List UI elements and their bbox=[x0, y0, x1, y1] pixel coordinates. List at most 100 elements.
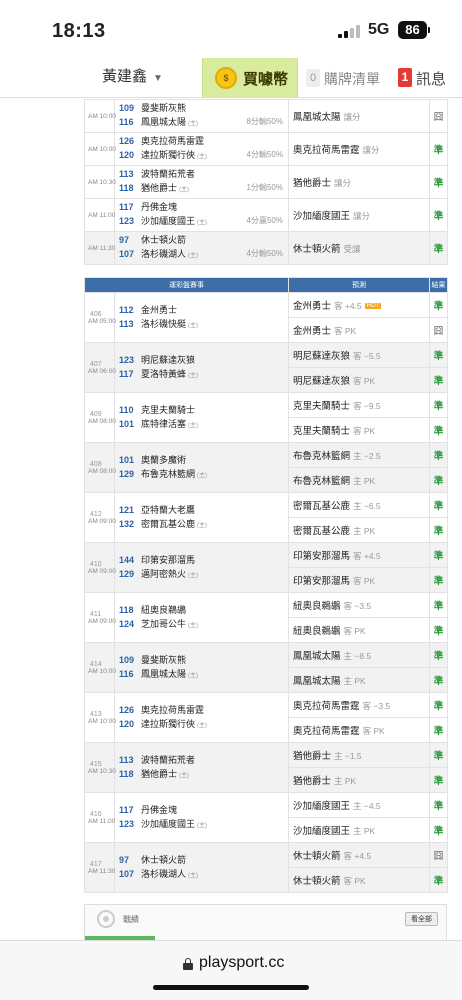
teams-cell: 126 奧克拉荷馬雷霆 120 達拉斯獨行俠 (主) bbox=[114, 692, 289, 743]
away-team-line: 109 曼斐斯灰熊 bbox=[119, 101, 288, 115]
game-time: AM 09:00 bbox=[88, 517, 116, 525]
prediction-cell: 沙加緬度國王主 −4.5 bbox=[288, 792, 430, 818]
home-marker: (主) bbox=[197, 722, 208, 729]
home-indicator[interactable] bbox=[153, 985, 309, 990]
away-number: 101 bbox=[119, 454, 135, 465]
prediction-team: 密爾瓦基公鹿 bbox=[293, 501, 351, 512]
home-marker: (主) bbox=[197, 822, 208, 829]
away-team-line: 97 休士頓火箭 bbox=[119, 233, 288, 247]
prediction-spread: 客 PK bbox=[343, 626, 366, 636]
home-marker: (主) bbox=[188, 322, 199, 329]
away-team: 奧克拉荷馬雷霆 bbox=[141, 136, 205, 146]
purchase-count-badge: 0 bbox=[306, 69, 320, 87]
home-number: 107 bbox=[119, 868, 135, 879]
away-number: 121 bbox=[119, 504, 135, 515]
messages-button[interactable]: 1 訊息 bbox=[390, 58, 462, 98]
caret-down-icon: ▼ bbox=[153, 73, 163, 84]
away-team: 波特蘭拓荒者 bbox=[141, 169, 196, 179]
prediction-team: 紐奧良鵜鶘 bbox=[293, 601, 341, 612]
home-marker: (主) bbox=[188, 121, 199, 127]
home-team-line: 118 猶他爵士 (主) bbox=[119, 767, 288, 783]
prediction-cell: 布魯克林籃網主 −2.5 bbox=[288, 442, 430, 468]
prediction-cell: 克里夫蘭騎士客 −9.5 bbox=[288, 392, 430, 418]
away-team-line: 123 明尼蘇達灰狼 bbox=[119, 353, 288, 367]
away-team-line: 113 波特蘭拓荒者 bbox=[119, 167, 288, 181]
header-prediction: 預測 bbox=[288, 277, 430, 293]
teams-cell: 126 奧克拉荷馬雷霆 120 達拉斯獨行俠 (主) 4分輸50% bbox=[114, 132, 289, 166]
teams-cell: 101 奧蘭多魔術 129 布魯克林籃網 (主) bbox=[114, 442, 289, 493]
prediction-spread: 主 PK bbox=[353, 526, 376, 536]
home-team: 布魯克林籃網 bbox=[141, 468, 196, 479]
game-info-cell: 412 AM 09:00 bbox=[84, 492, 116, 543]
table-row[interactable]: 406 AM 05:00 112 金州勇士 113 洛杉磯快艇 (主) 金州勇士客 +4.5 H… bbox=[84, 292, 448, 343]
table-row[interactable]: 414 AM 10:00 109 曼斐斯灰熊 116 鳳凰城太陽 (主) 鳳凰城太陽主 −8.… bbox=[84, 642, 448, 693]
table-row[interactable]: AM 10:00 109 曼斐斯灰熊 116 鳳凰城太陽 (主) 8分輸50% 鳳凰城太陽 讓分… bbox=[84, 99, 448, 133]
result-cell: 準 bbox=[429, 542, 448, 568]
top-games-table: AM 10:00 109 曼斐斯灰熊 116 鳳凰城太陽 (主) 8分輸50% 鳳凰城太陽 讓分… bbox=[84, 99, 448, 265]
game-number: 417 bbox=[90, 860, 102, 868]
table-row[interactable]: 415 AM 10:30 113 波特蘭拓荒者 118 猶他爵士 (主) 猶他爵士主 −1.5… bbox=[84, 742, 448, 793]
away-team-line: 126 奧克拉荷馬雷霆 bbox=[119, 134, 288, 148]
game-info-cell: 408 AM 08:00 bbox=[84, 442, 116, 493]
cellular-signal-icon bbox=[338, 25, 360, 38]
prediction-cell: 紐奧良鵜鶘客 PK bbox=[288, 617, 430, 643]
purchase-list-button[interactable]: 0 購牌清單 bbox=[298, 58, 390, 98]
home-team: 達拉斯獨行俠 bbox=[141, 718, 196, 729]
prediction-type: 受讓 bbox=[343, 244, 361, 254]
table-row[interactable]: 411 AM 09:00 118 紐奧良鵜鶘 124 芝加哥公牛 (主) 紐奧良鵜鶘客 −3.… bbox=[84, 592, 448, 643]
browser-url-bar[interactable]: playsport.cc bbox=[0, 940, 462, 1000]
result-cell: 準 bbox=[429, 392, 448, 418]
away-team: 明尼蘇達灰狼 bbox=[141, 354, 196, 365]
table-row[interactable]: 417 AM 11:30 97 休士頓火箭 107 洛杉磯湖人 (主) 休士頓火箭客 +4.5… bbox=[84, 842, 448, 893]
result-cell: 準 bbox=[429, 367, 448, 393]
prediction-cell: 猶他爵士 讓分 bbox=[288, 165, 430, 199]
table-row[interactable]: AM 11:00 117 丹佛金塊 123 沙加緬度國王 (主) 4分贏50% 沙加緬度國王讓… bbox=[84, 198, 448, 232]
prediction-spread: 主 −8.5 bbox=[343, 651, 372, 661]
game-time: AM 11:30 bbox=[88, 867, 116, 875]
prediction-team: 奧克拉荷馬雷霆 bbox=[293, 726, 360, 737]
away-number: 97 bbox=[119, 854, 130, 865]
prediction-team: 明尼蘇達灰狼 bbox=[293, 376, 351, 387]
away-team-line: 112 金州勇士 bbox=[119, 303, 288, 317]
table-row[interactable]: AM 11:30 97 休士頓火箭 107 洛杉磯湖人 (主) 4分輸50% 休士頓火箭 受讓準 bbox=[84, 231, 448, 265]
table-row[interactable]: 408 AM 08:00 101 奧蘭多魔術 129 布魯克林籃網 (主) 布魯克林籃網主 −… bbox=[84, 442, 448, 493]
away-team-line: 117 丹佛金塊 bbox=[119, 803, 288, 817]
table-row[interactable]: 410 AM 09:00 144 印第安那溜馬 129 邁阿密熱火 (主) 印第安那溜馬客 +… bbox=[84, 542, 448, 593]
table-row[interactable]: 416 AM 11:00 117 丹佛金塊 123 沙加緬度國王 (主) 沙加緬度國王主 −4… bbox=[84, 792, 448, 843]
away-team-line: 97 休士頓火箭 bbox=[119, 853, 288, 867]
away-team: 休士頓火箭 bbox=[141, 235, 187, 245]
see-all-button[interactable]: 看全部 bbox=[405, 912, 438, 926]
away-number: 118 bbox=[119, 604, 134, 615]
prediction-spread: 主 −6.5 bbox=[353, 501, 381, 511]
game-time: AM 11:00 bbox=[84, 198, 115, 232]
away-number: 113 bbox=[119, 169, 134, 179]
home-number: 123 bbox=[119, 216, 135, 226]
table-row[interactable]: 413 AM 10:00 126 奧克拉荷馬雷霆 120 達拉斯獨行俠 (主) 奧克拉荷馬雷霆… bbox=[84, 692, 448, 743]
prediction-team: 布魯克林籃網 bbox=[293, 476, 351, 487]
prediction-cell: 明尼蘇達灰狼客 PK bbox=[288, 367, 430, 393]
prediction-type: 讓分 bbox=[362, 145, 380, 155]
table-row[interactable]: AM 10:30 113 波特蘭拓荒者 118 猶他爵士 (主) 1分輸50% 猶他爵士 讓分準 bbox=[84, 165, 448, 199]
game-info-cell: 411 AM 09:00 bbox=[84, 592, 116, 643]
prediction-spread: 客 PK bbox=[353, 576, 376, 586]
prediction-cell: 鳳凰城太陽主 PK bbox=[288, 667, 430, 693]
home-team-line: 132 密爾瓦基公鹿 (主) bbox=[119, 517, 288, 533]
prediction-spread: 主 −4.5 bbox=[353, 801, 381, 811]
teams-cell: 109 曼斐斯灰熊 116 鳳凰城太陽 (主) bbox=[114, 642, 289, 693]
game-number: 412 bbox=[90, 510, 102, 518]
prediction-cell: 休士頓火箭 受讓 bbox=[288, 231, 430, 265]
table-row[interactable]: 409 AM 08:00 110 克里夫蘭騎士 101 底特律活塞 (主) 克里夫蘭騎士客 −… bbox=[84, 392, 448, 443]
table-row[interactable]: 412 AM 09:00 121 亞特蘭大老鷹 132 密爾瓦基公鹿 (主) 密爾瓦基公鹿主 … bbox=[84, 492, 448, 543]
prediction-cell: 布魯克林籃網主 PK bbox=[288, 467, 430, 493]
prediction-cell: 克里夫蘭騎士客 PK bbox=[288, 417, 430, 443]
buy-coins-button[interactable]: $ 買噱幣 bbox=[202, 58, 298, 98]
home-team-line: 116 鳳凰城太陽 (主) bbox=[119, 667, 288, 683]
table-row[interactable]: 407 AM 06:00 123 明尼蘇達灰狼 117 夏洛特黃蜂 (主) 明尼蘇達灰狼客 −… bbox=[84, 342, 448, 393]
home-marker: (主) bbox=[188, 672, 199, 679]
table-row[interactable]: AM 10:00 126 奧克拉荷馬雷霆 120 達拉斯獨行俠 (主) 4分輸50% 奧克拉荷… bbox=[84, 132, 448, 166]
prediction-team: 布魯克林籃網 bbox=[293, 451, 351, 462]
teams-cell: 113 波特蘭拓荒者 118 猶他爵士 (主) bbox=[114, 742, 289, 793]
prediction-team: 奧克拉荷馬雷霆 bbox=[293, 145, 360, 156]
user-menu[interactable]: 黃建鑫 ▼ bbox=[0, 58, 202, 98]
prediction-team: 沙加緬度國王 bbox=[293, 826, 351, 837]
